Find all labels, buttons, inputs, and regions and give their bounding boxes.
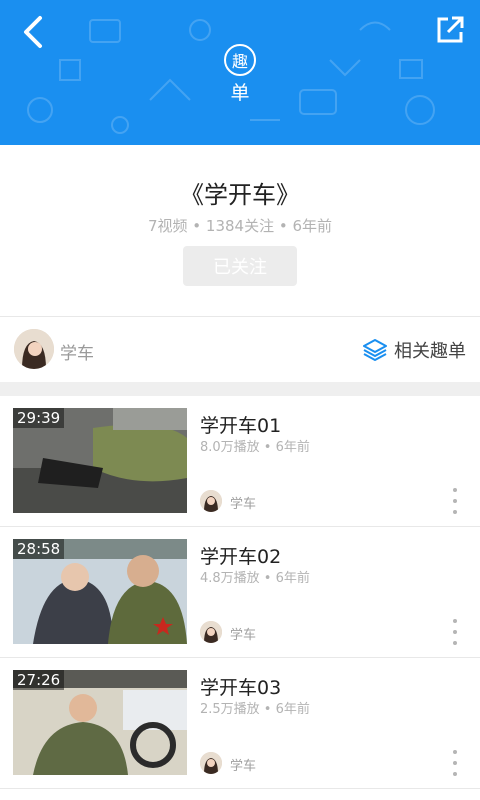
more-vertical-icon[interactable] bbox=[450, 488, 460, 514]
video-meta: 4.8万播放 • 6年前 bbox=[200, 571, 310, 586]
playlist-title: 《学开车》 bbox=[180, 181, 300, 209]
video-meta: 8.0万播放 • 6年前 bbox=[200, 440, 310, 455]
video-author: 学车 bbox=[230, 628, 257, 643]
video-duration: 28:58 bbox=[13, 539, 65, 559]
video-thumbnail[interactable]: 27:26 bbox=[13, 670, 187, 775]
playlist-meta: 7视频 • 1384关注 • 6年前 bbox=[147, 217, 333, 235]
follow-button[interactable]: 已关注 bbox=[183, 246, 297, 286]
avatar[interactable] bbox=[14, 329, 54, 369]
avatar-image bbox=[200, 621, 222, 643]
video-title[interactable]: 学开车02 bbox=[200, 542, 281, 569]
back-icon[interactable] bbox=[18, 14, 50, 50]
author-name[interactable]: 学车 bbox=[60, 339, 94, 364]
layers-icon bbox=[363, 339, 387, 361]
video-duration: 29:39 bbox=[13, 408, 65, 428]
video-thumbnail[interactable]: 29:39 bbox=[13, 408, 187, 513]
related-playlists-button[interactable]: 相关趣单 bbox=[362, 337, 466, 363]
video-duration: 27:26 bbox=[13, 670, 65, 690]
playlist-badge-label: 单 bbox=[230, 82, 250, 104]
related-playlists-label: 相关趣单 bbox=[394, 341, 466, 362]
author-bar: 学车 相关趣单 bbox=[0, 316, 480, 382]
list-item[interactable]: 27:26 学开车03 2.5万播放 • 6年前 学车 bbox=[0, 658, 480, 789]
video-thumbnail[interactable]: 28:58 bbox=[13, 539, 187, 644]
avatar-image bbox=[200, 752, 222, 774]
video-meta: 2.5万播放 • 6年前 bbox=[200, 702, 310, 717]
list-item[interactable]: 29:39 学开车01 8.0万播放 • 6年前 学车 bbox=[0, 396, 480, 527]
video-title[interactable]: 学开车03 bbox=[200, 673, 281, 700]
avatar-image bbox=[200, 490, 222, 512]
avatar-image bbox=[14, 329, 54, 369]
playlist-info: 《学开车》 7视频 • 1384关注 • 6年前 已关注 bbox=[0, 145, 480, 315]
playlist-badge-icon: 趣 bbox=[224, 44, 256, 76]
more-vertical-icon[interactable] bbox=[450, 750, 460, 776]
header-banner: 趣 单 bbox=[0, 0, 480, 145]
section-divider bbox=[0, 382, 480, 396]
avatar bbox=[200, 490, 222, 512]
video-list: 29:39 学开车01 8.0万播放 • 6年前 学车 28:58 学开车02 bbox=[0, 396, 480, 789]
more-vertical-icon[interactable] bbox=[450, 619, 460, 645]
video-title[interactable]: 学开车01 bbox=[200, 411, 281, 438]
avatar bbox=[200, 752, 222, 774]
video-author: 学车 bbox=[230, 759, 257, 774]
list-item[interactable]: 28:58 学开车02 4.8万播放 • 6年前 学车 bbox=[0, 527, 480, 658]
external-link-icon[interactable] bbox=[434, 14, 466, 46]
video-author: 学车 bbox=[230, 497, 257, 512]
avatar bbox=[200, 621, 222, 643]
